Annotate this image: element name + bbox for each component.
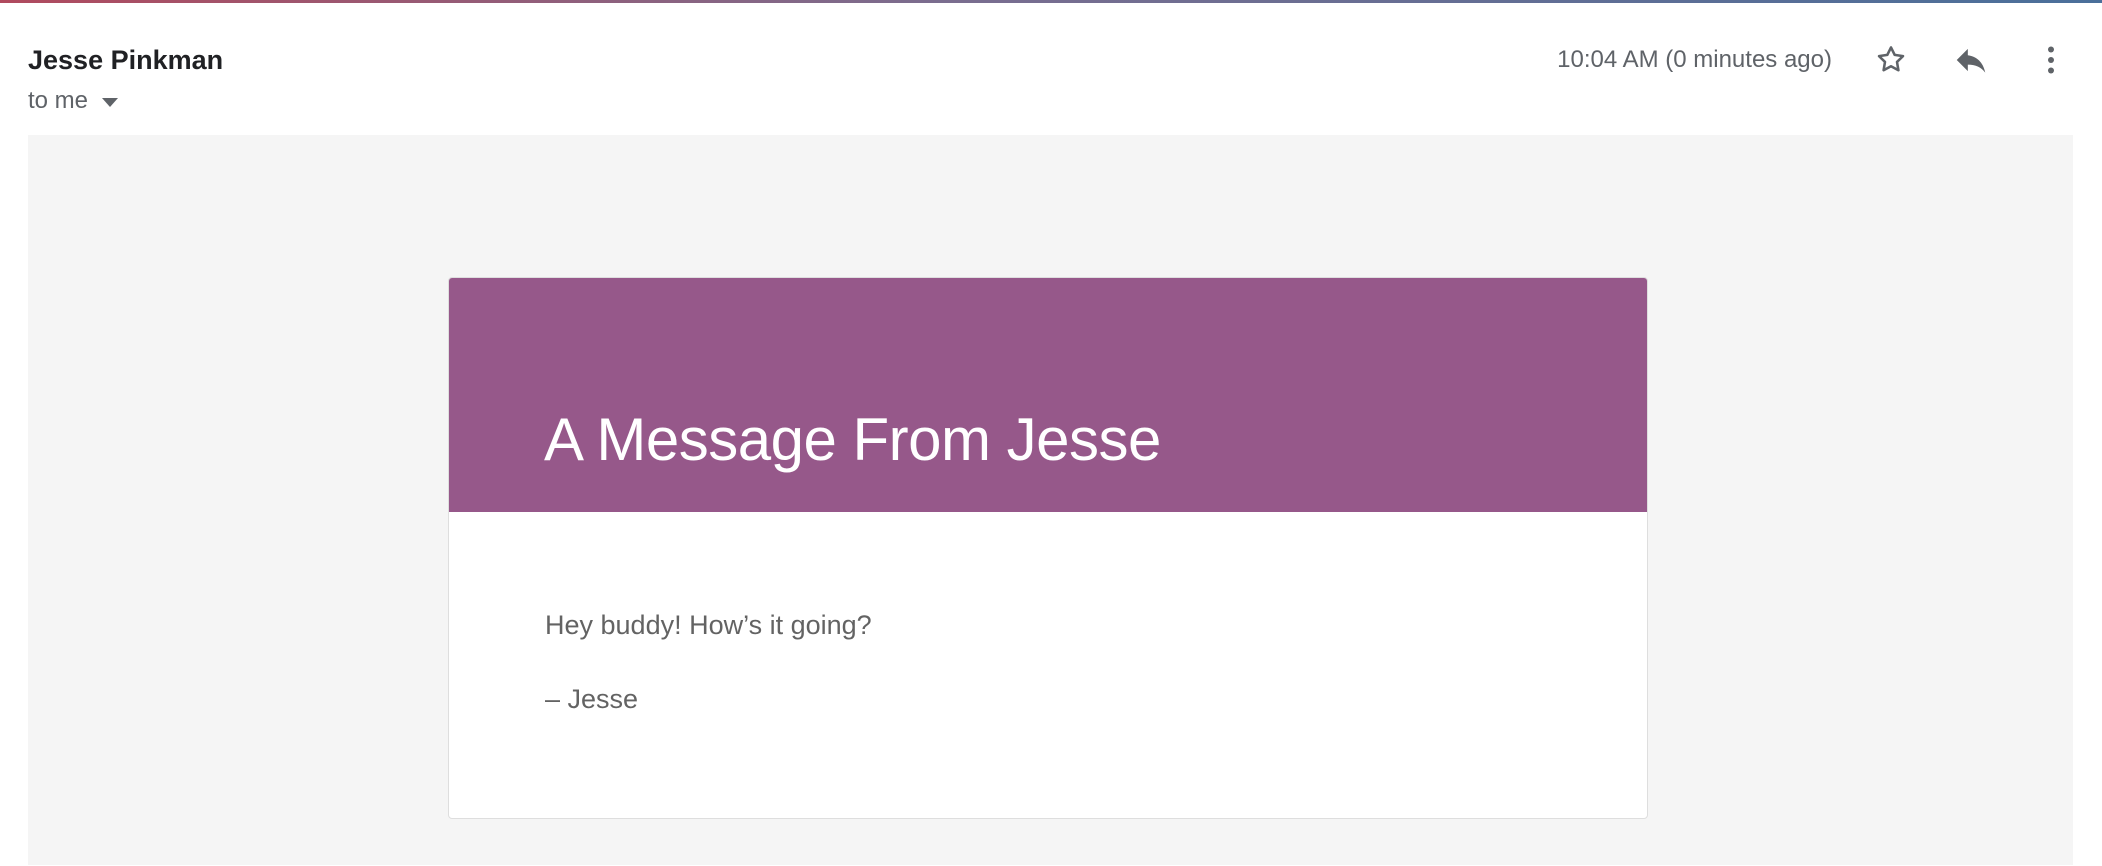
recipient-label: to me: [28, 87, 89, 114]
recipient-details-toggle[interactable]: to me: [28, 86, 119, 116]
email-header: Jesse Pinkman to me 10:04 AM (0 minutes …: [0, 0, 2102, 135]
message-signature: – Jesse: [545, 684, 639, 714]
chevron-down-icon[interactable]: [102, 97, 119, 107]
message-body-area: A Message From Jesse Hey buddy! How’s it…: [28, 135, 2073, 865]
banner-title: A Message From Jesse: [544, 406, 1161, 474]
email-content: Hey buddy! How’s it going? – Jesse: [545, 608, 872, 756]
more-options-button[interactable]: [2027, 36, 2075, 84]
message-greeting: Hey buddy! How’s it going?: [545, 610, 872, 640]
reply-icon: [1956, 48, 1986, 73]
star-button[interactable]: [1867, 36, 1915, 84]
reply-button[interactable]: [1947, 36, 1995, 84]
email-card: A Message From Jesse Hey buddy! How’s it…: [448, 277, 1648, 819]
star-outline-icon: [1877, 46, 1905, 72]
message-timestamp: 10:04 AM (0 minutes ago): [1557, 46, 1832, 73]
more-vertical-icon: [2048, 46, 2054, 74]
sender-name[interactable]: Jesse Pinkman: [28, 44, 223, 76]
email-banner: A Message From Jesse: [449, 278, 1647, 512]
